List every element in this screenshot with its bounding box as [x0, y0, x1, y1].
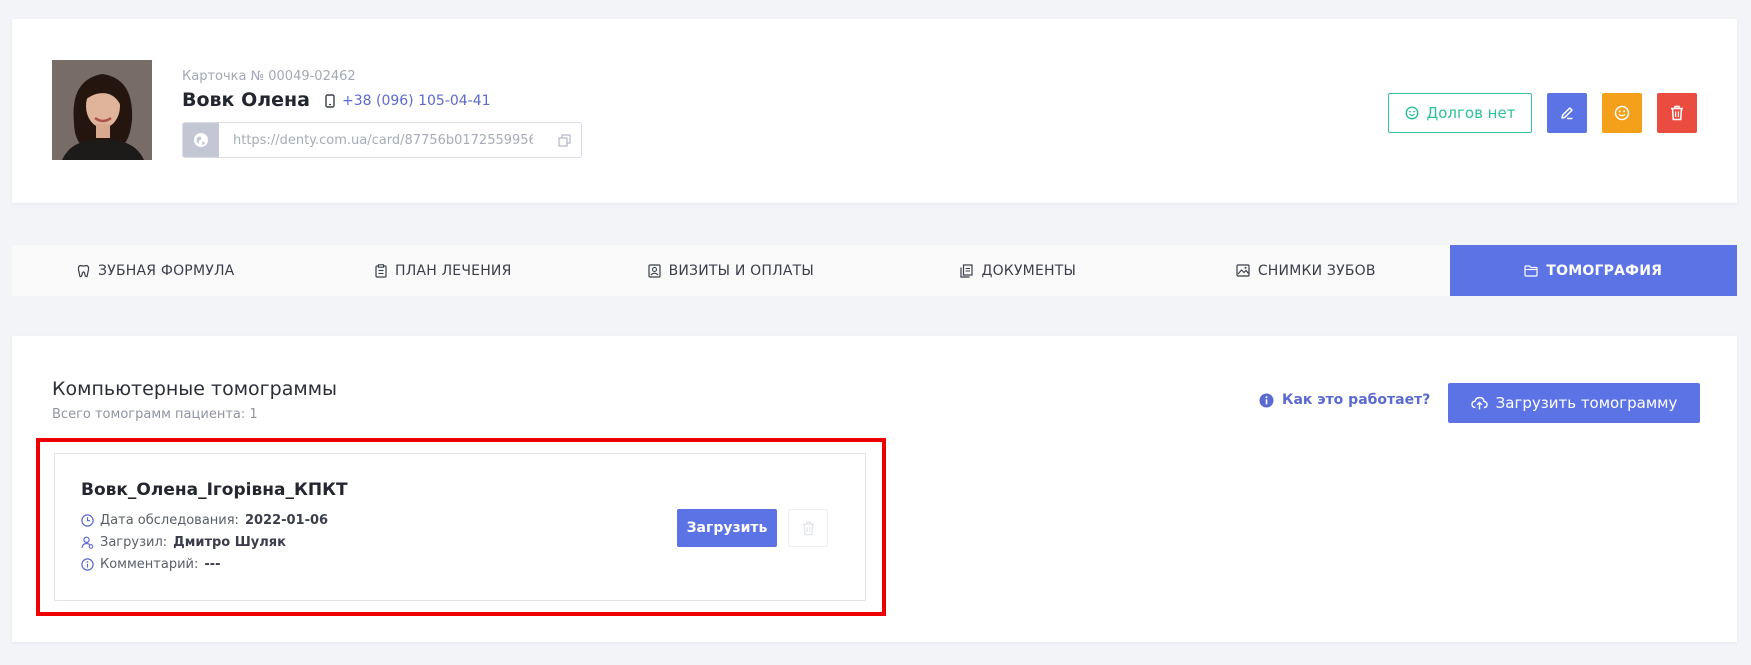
patient-card: Карточка № 00049-02462 Вовк Олена +38 (0…: [12, 19, 1737, 203]
tomogram-name: Вовк_Олена_Ігорівна_КПКТ: [81, 480, 348, 500]
tomogram-delete-button[interactable]: [788, 509, 828, 547]
clipboard-icon: [375, 263, 387, 278]
tab-label: Визиты и оплаты: [668, 262, 814, 279]
avatar: [52, 60, 152, 160]
tab-label: Зубная формула: [98, 262, 235, 279]
globe-icon: [183, 123, 219, 157]
smile-icon: [1614, 105, 1630, 121]
patient-phone[interactable]: +38 (096) 105-04-41: [324, 93, 491, 109]
clock-icon: [81, 514, 94, 527]
tab-dental-formula[interactable]: Зубная формула: [12, 245, 300, 296]
uploader-row: Загрузил: Дмитро Шуляк: [81, 535, 286, 550]
tab-treatment-plan[interactable]: План лечения: [300, 245, 588, 296]
smile-icon: [1405, 106, 1419, 120]
folder-icon: [1524, 264, 1539, 277]
tab-label: Снимки зубов: [1257, 262, 1376, 279]
comment-label: Комментарий:: [100, 557, 199, 572]
card-number: Карточка № 00049-02462: [182, 69, 356, 84]
how-it-works-label[interactable]: Как это работает?: [1282, 392, 1430, 408]
exam-date-row: Дата обследования: 2022-01-06: [81, 513, 328, 528]
cloud-upload-icon: [1470, 396, 1488, 410]
card-link-box: [182, 122, 582, 158]
upload-tomogram-label: Загрузить томограмму: [1495, 394, 1678, 412]
tooth-icon: [77, 264, 90, 277]
uploader-label: Загрузил:: [100, 535, 168, 550]
patient-photo: [52, 60, 152, 160]
how-it-works-link[interactable]: Как это работает?: [1259, 392, 1430, 408]
trash-icon: [802, 521, 814, 535]
card-link-input[interactable]: [219, 123, 547, 157]
edit-patient-button[interactable]: [1547, 93, 1587, 133]
exam-date-value: 2022-01-06: [244, 513, 329, 528]
comment-row: Комментарий: ---: [81, 557, 221, 572]
exam-date-label: Дата обследования:: [100, 513, 239, 528]
upload-tomogram-button[interactable]: Загрузить томограмму: [1448, 383, 1700, 423]
uploader-value: Дмитро Шуляк: [173, 535, 286, 550]
no-debt-label: Долгов нет: [1426, 104, 1516, 122]
comment-value: ---: [204, 557, 221, 572]
no-debt-button[interactable]: Долгов нет: [1388, 93, 1532, 133]
trash-icon: [1671, 105, 1683, 121]
patient-mood-button[interactable]: [1602, 93, 1642, 133]
tab-label: План лечения: [394, 262, 512, 279]
mobile-phone-icon: [325, 94, 335, 108]
copy-icon[interactable]: [547, 123, 581, 157]
pencil-icon: [1561, 107, 1573, 120]
tab-label: Документы: [981, 262, 1077, 279]
tab-dental-images[interactable]: Снимки зубов: [1162, 245, 1450, 296]
documents-icon: [960, 263, 974, 278]
user-icon: [81, 536, 94, 549]
phone-number[interactable]: +38 (096) 105-04-41: [342, 93, 491, 109]
tab-tomography[interactable]: Томография: [1449, 245, 1737, 296]
tomogram-item: Вовк_Олена_Ігорівна_КПКТ Дата обследован…: [54, 453, 866, 601]
info-icon: [1259, 393, 1274, 407]
patient-name: Вовк Олена: [182, 89, 310, 111]
person-card-icon: [647, 263, 661, 278]
tomography-count: Всего томограмм пациента: 1: [52, 407, 258, 422]
tomography-section: Компьютерные томограммы Всего томограмм …: [12, 336, 1737, 642]
section-title: Компьютерные томограммы: [52, 378, 338, 400]
info-outline-icon: [81, 558, 94, 571]
tab-documents[interactable]: Документы: [875, 245, 1163, 296]
tomogram-upload-button[interactable]: Загрузить: [677, 509, 777, 547]
patient-tabs: Зубная формула План лечения Визиты и опл…: [12, 245, 1737, 296]
tab-visits-payments[interactable]: Визиты и оплаты: [587, 245, 875, 296]
image-icon: [1236, 264, 1250, 277]
delete-patient-button[interactable]: [1657, 93, 1697, 133]
tab-label: Томография: [1546, 262, 1663, 279]
